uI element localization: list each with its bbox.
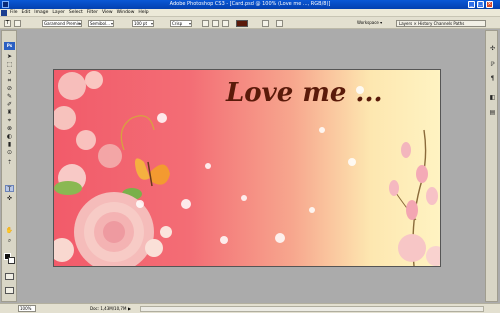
ps-badge: Ps — [4, 42, 15, 50]
butterfly-illustration — [135, 158, 170, 187]
decorative-swirl — [120, 115, 155, 151]
toolbox: Ps ➤ ⬚ ↄ ⌗ ⊘ ✎ ✐ ♜ ⌖ ⊗ ◐ ▮ ⊙ ⇡ T ✜ ✋ ⌕ — [1, 30, 17, 302]
eraser-tool-icon[interactable]: ⊗ — [5, 125, 14, 132]
quick-mask-icon[interactable] — [5, 273, 14, 280]
palette-well-tabs[interactable]: Layers × History Channels Paths — [396, 20, 486, 27]
history-brush-tool-icon[interactable]: ⌖ — [5, 117, 14, 124]
document-info: Doc: 1,43M/10,7M — [90, 306, 127, 311]
menu-view[interactable]: View — [102, 9, 113, 17]
status-bar: 100% Doc: 1,43M/10,7M ▶ — [0, 303, 500, 313]
document-canvas[interactable]: Love me ... — [53, 69, 441, 267]
antialias-select[interactable]: Crisp — [170, 20, 192, 27]
ps-menu-icon[interactable] — [1, 10, 7, 16]
layers-panel-icon[interactable]: ▤ — [488, 108, 497, 117]
screen-mode-icon[interactable] — [5, 287, 14, 294]
clone-stamp-tool-icon[interactable]: ♜ — [5, 109, 14, 116]
menu-filter[interactable]: Filter — [87, 9, 98, 17]
menu-image[interactable]: Image — [34, 9, 48, 17]
info-panel-icon[interactable]: ℙ — [488, 60, 497, 69]
zoom-level-field[interactable]: 100% — [18, 305, 36, 312]
font-size-select[interactable]: 100 pt — [132, 20, 154, 27]
menu-select[interactable]: Select — [69, 9, 83, 17]
panel-dock: ✣ ℙ ¶ ◧ ▤ — [485, 30, 498, 302]
warp-text-button[interactable] — [262, 20, 269, 27]
dodge-tool-icon[interactable]: ⊙ — [5, 149, 14, 156]
menu-layer[interactable]: Layer — [52, 9, 65, 17]
status-menu-arrow-icon[interactable]: ▶ — [128, 305, 131, 312]
brush-tool-icon[interactable]: ✎ — [5, 93, 14, 100]
text-orientation-icon[interactable] — [14, 20, 21, 27]
navigator-panel-icon[interactable]: ✣ — [488, 44, 497, 53]
zoom-tool-icon[interactable]: ⌕ — [5, 237, 14, 244]
love-me-text-layer[interactable]: Love me ... — [226, 78, 383, 108]
pencil-tool-icon[interactable]: ✐ — [5, 101, 14, 108]
workspace-menu[interactable]: Workspace ▾ — [356, 20, 384, 27]
palettes-toggle-button[interactable] — [276, 20, 283, 27]
crop-tool-icon[interactable]: ⌗ — [5, 77, 14, 84]
gradient-tool-icon[interactable]: ◐ — [5, 133, 14, 140]
text-color-swatch[interactable] — [236, 20, 248, 27]
menu-bar: File Edit Image Layer Select Filter View… — [0, 9, 500, 17]
move-tool-icon[interactable]: ➤ — [5, 53, 14, 60]
marquee-tool-icon[interactable]: ⬚ — [5, 61, 14, 68]
type-tool-icon[interactable]: T — [5, 185, 14, 193]
healing-tool-icon[interactable]: ⊘ — [5, 85, 14, 92]
background-color-icon[interactable] — [8, 257, 15, 264]
blur-tool-icon[interactable]: ▮ — [5, 141, 14, 148]
menu-edit[interactable]: Edit — [22, 9, 31, 17]
menu-file[interactable]: File — [10, 9, 18, 17]
type-tool-preset-button[interactable]: T — [4, 20, 11, 27]
swatches-panel-icon[interactable]: ◧ — [488, 93, 497, 102]
window-title: Adobe Photoshop CS3 - [Card.psd @ 100% (… — [169, 1, 331, 7]
maximize-button[interactable]: □ — [477, 1, 484, 8]
blossom-branch — [389, 129, 440, 266]
pen-tool-icon[interactable]: ⇡ — [5, 159, 14, 166]
align-center-button[interactable] — [212, 20, 219, 27]
align-right-button[interactable] — [222, 20, 229, 27]
font-style-select[interactable]: Semibol... — [88, 20, 114, 27]
close-button[interactable]: × — [486, 1, 493, 8]
horizontal-scrollbar[interactable] — [140, 306, 484, 312]
minimize-button[interactable]: _ — [468, 1, 475, 8]
heart-petals — [136, 86, 364, 244]
lasso-tool-icon[interactable]: ↄ — [5, 69, 14, 76]
menu-window[interactable]: Window — [117, 9, 135, 17]
title-bar: Adobe Photoshop CS3 - [Card.psd @ 100% (… — [0, 0, 500, 9]
options-bar: T Garamond Premie... Semibol... 100 pt C… — [0, 17, 500, 29]
path-selection-tool-icon[interactable]: ✜ — [5, 195, 14, 202]
align-left-button[interactable] — [202, 20, 209, 27]
paragraph-panel-icon[interactable]: ¶ — [488, 74, 497, 83]
font-family-select[interactable]: Garamond Premie... — [42, 20, 82, 27]
hand-tool-icon[interactable]: ✋ — [5, 227, 14, 234]
menu-help[interactable]: Help — [138, 9, 148, 17]
